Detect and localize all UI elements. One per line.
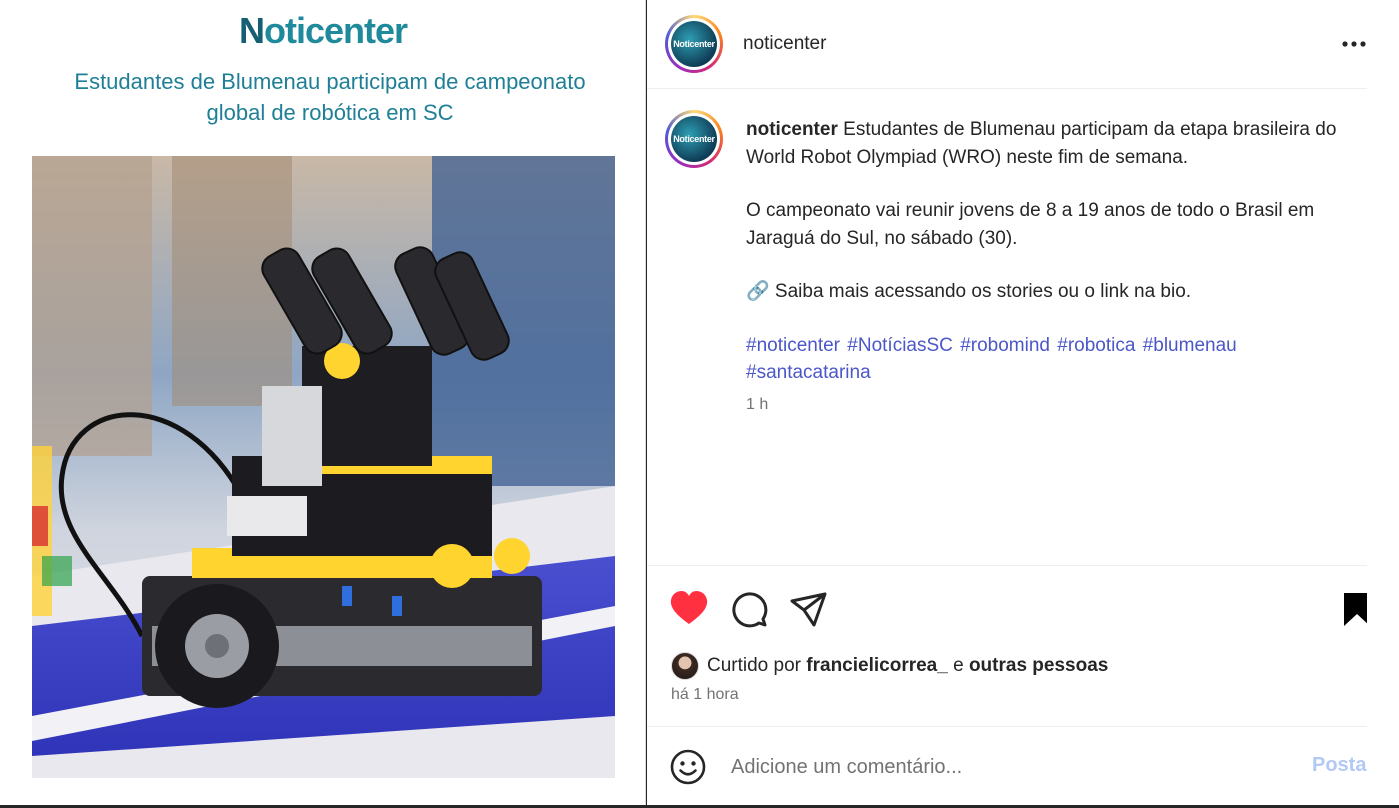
comment-input[interactable] [731, 752, 1291, 782]
robot-illustration [32, 156, 615, 778]
liker-username[interactable]: francielicorrea_ [806, 655, 948, 677]
brand-logo-text: oticenter [263, 10, 408, 51]
image-headline-line2: global de robótica em SC [206, 100, 454, 125]
comment-icon[interactable] [729, 589, 769, 629]
instagram-post-modal: Noticenter Estudantes de Blumenau partic… [0, 0, 1399, 808]
hashtag-link[interactable]: #noticenter [746, 335, 840, 356]
author-username[interactable]: noticenter [743, 33, 826, 55]
comment-bar: Postar [647, 728, 1374, 805]
caption-section: Noticenter noticenter Estudantes de Blum… [647, 90, 1367, 566]
brand-logo: Noticenter [0, 10, 646, 52]
emoji-icon[interactable] [669, 748, 707, 786]
likes-prefix: Curtido por [707, 655, 801, 676]
image-headline: Estudantes de Blumenau participam de cam… [40, 66, 620, 128]
brand-logo-initial: N [238, 10, 265, 51]
caption-text: noticenter Estudantes de Blumenau partic… [746, 116, 1356, 387]
avatar-image: Noticenter [671, 21, 717, 67]
post-header: Noticenter noticenter [647, 0, 1367, 89]
avatar-image: Noticenter [671, 116, 717, 162]
hashtag-link[interactable]: #robotica [1057, 335, 1135, 356]
panel-edge [1367, 0, 1399, 805]
post-details-panel: Noticenter noticenter Noticenter noticen… [647, 0, 1374, 805]
avatar-border: Noticenter [668, 18, 720, 70]
avatar-border: Noticenter [668, 113, 720, 165]
heart-icon[interactable] [669, 589, 709, 629]
share-icon[interactable] [789, 589, 829, 629]
more-options-icon[interactable] [1341, 36, 1367, 52]
image-headline-line1: Estudantes de Blumenau participam de cam… [74, 69, 586, 94]
caption-author-avatar[interactable]: Noticenter [665, 110, 723, 168]
caption-paragraph-3: 🔗 Saiba mais acessando os stories ou o l… [746, 281, 1192, 302]
hashtag-link[interactable]: #santacatarina [746, 362, 871, 383]
post-comment-button[interactable]: Postar [1312, 754, 1374, 777]
hashtag-link[interactable]: #NotíciasSC [847, 335, 953, 356]
author-avatar[interactable]: Noticenter [665, 15, 723, 73]
hashtag-list: #noticenter #NotíciasSC #robomind #robot… [746, 332, 1356, 387]
likes-others-link[interactable]: outras pessoas [969, 655, 1108, 677]
hashtag-link[interactable]: #robomind [960, 335, 1050, 356]
likes-connector: e [953, 655, 964, 676]
post-timestamp[interactable]: há 1 hora [671, 686, 739, 704]
liker-avatar[interactable] [671, 652, 699, 680]
action-bar: Curtido por francielicorrea_ e outras pe… [647, 567, 1370, 727]
post-media[interactable]: Noticenter Estudantes de Blumenau partic… [0, 0, 646, 805]
caption-paragraph-2: O campeonato vai reunir jovens de 8 a 19… [746, 200, 1315, 249]
caption-timestamp[interactable]: 1 h [746, 396, 768, 414]
caption-username[interactable]: noticenter [746, 119, 838, 140]
likes-summary: Curtido por francielicorrea_ e outras pe… [671, 652, 1108, 680]
hashtag-link[interactable]: #blumenau [1143, 335, 1237, 356]
robot-photo [32, 156, 615, 778]
